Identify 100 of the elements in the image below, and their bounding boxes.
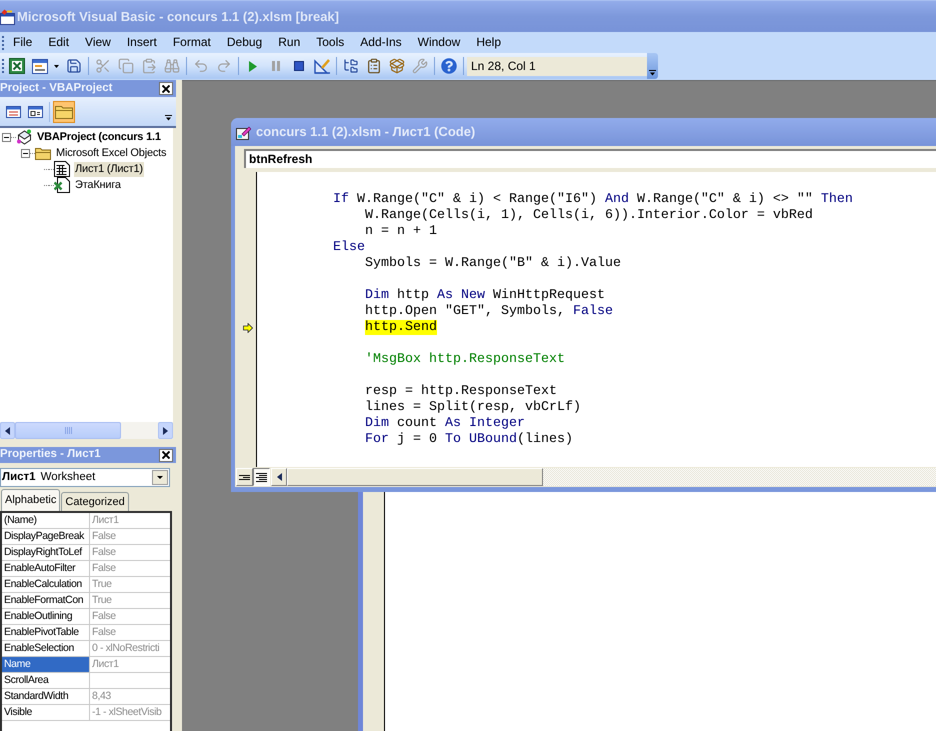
left-arrow-icon xyxy=(276,473,282,481)
menu-item[interactable]: Debug xyxy=(218,33,270,52)
right-arrow-icon xyxy=(163,426,168,434)
stop-icon xyxy=(294,61,304,71)
menu-item[interactable]: Add-Ins xyxy=(352,33,410,52)
close-icon xyxy=(162,451,170,459)
form-icon xyxy=(32,58,48,74)
redo-icon xyxy=(216,58,232,74)
window-title: concurs 1.1 (2).xlsm - Лист1 (Code) xyxy=(256,123,476,142)
help-icon xyxy=(440,58,456,74)
app-icon xyxy=(0,8,15,24)
menu-item[interactable]: Insert xyxy=(118,33,165,52)
property-name[interactable]: EnablePivotTable xyxy=(2,625,90,640)
horizontal-scrollbar[interactable] xyxy=(0,422,173,439)
panel-title: Properties - Лист1 xyxy=(0,447,101,462)
menu-item[interactable]: View xyxy=(77,33,119,52)
tab[interactable]: Alphabetic xyxy=(1,489,60,511)
close-button[interactable] xyxy=(159,448,173,462)
minus-box-icon[interactable] xyxy=(21,148,30,158)
play-icon xyxy=(248,60,256,72)
close-button[interactable] xyxy=(159,82,173,95)
save-icon xyxy=(66,58,82,74)
procedure-view-button[interactable] xyxy=(236,468,253,486)
spreadsheet-icon xyxy=(8,58,24,74)
grip-icon[interactable] xyxy=(2,36,5,50)
close-icon xyxy=(162,84,170,92)
folder-icon xyxy=(35,146,51,160)
grip-icon[interactable] xyxy=(2,59,5,73)
paste-icon xyxy=(140,58,156,74)
code-line: http.Open "GET", Symbols, False xyxy=(365,304,613,319)
menu-item[interactable]: Tools xyxy=(308,33,352,52)
clipboard-list-icon xyxy=(366,58,382,74)
property-name[interactable]: EnableFormatCon xyxy=(2,593,90,608)
window-title: Microsoft Visual Basic - concurs 1.1 (2).xlsm [break] xyxy=(17,8,339,26)
menu-item[interactable]: Run xyxy=(270,33,308,52)
tree-item[interactable]: VBAProject (concurs 1.1 xyxy=(36,130,162,144)
document-icon xyxy=(54,177,70,193)
object-dropdown[interactable]: Лист1 Worksheet xyxy=(0,468,170,487)
property-name[interactable]: EnableSelection xyxy=(2,641,90,656)
menu-item[interactable]: Help xyxy=(468,33,509,52)
code-line: W.Range(Cells(i, 1), Cells(i, 6)).Interior.Color = vbRed xyxy=(365,208,813,223)
wrench-icon xyxy=(412,58,428,74)
property-name[interactable]: DisplayPageBreak xyxy=(2,529,90,544)
property-name[interactable]: EnableAutoFilter xyxy=(2,561,90,576)
tab[interactable]: Categorized xyxy=(61,492,129,511)
ruler-icon xyxy=(314,58,330,74)
property-name[interactable]: DisplayRightToLef xyxy=(2,545,90,560)
property-name[interactable]: (Name) xyxy=(2,513,90,528)
lines-icon xyxy=(239,474,250,480)
menu-item[interactable]: Window xyxy=(410,33,468,52)
toolbar-options-button[interactable] xyxy=(164,113,173,123)
scrollbar-thumb[interactable] xyxy=(15,422,121,439)
toolbar-options-button[interactable] xyxy=(647,53,658,79)
cube-icon xyxy=(16,129,32,145)
panel-title: Project - VBAProject xyxy=(0,80,112,96)
undo-icon xyxy=(192,58,208,74)
code-line: If W.Range("C" & i) < Range("I6") And W.Range("C" & i) <> "" Then xyxy=(333,192,853,207)
left-arrow-icon xyxy=(5,426,10,434)
chevron-icon xyxy=(165,115,172,121)
grip-icon xyxy=(64,427,72,434)
menu-item[interactable]: Edit xyxy=(40,33,78,52)
code-line: 'MsgBox http.ResponseText xyxy=(365,352,565,367)
code-line: Else xyxy=(333,240,365,255)
property-name[interactable]: EnableOutlining xyxy=(2,609,90,624)
code-line: For j = 0 To UBound(lines) xyxy=(365,432,573,447)
minus-box-icon[interactable] xyxy=(2,132,11,142)
object-dropdown[interactable]: btnRefresh xyxy=(244,149,936,168)
property-name[interactable]: EnableCalculation xyxy=(2,577,90,592)
code-line: Symbols = W.Range("B" & i).Value xyxy=(365,256,621,271)
menu-item[interactable]: File xyxy=(5,33,40,52)
position-field: Ln 28, Col 1 xyxy=(467,56,647,76)
list-icon xyxy=(6,106,20,118)
property-name[interactable]: StandardWidth xyxy=(2,689,90,704)
module-view-button[interactable] xyxy=(253,468,270,486)
code-line: Dim http As New WinHttpRequest xyxy=(365,288,605,303)
code-line: resp = http.ResponseText xyxy=(365,384,557,399)
property-name[interactable]: Name xyxy=(2,657,90,672)
code-line: lines = Split(resp, vbCrLf) xyxy=(365,400,581,415)
caret-icon xyxy=(54,64,58,68)
scroll-left-button[interactable] xyxy=(0,422,15,439)
tree-item[interactable]: Microsoft Excel Objects xyxy=(55,146,168,160)
lines-icon xyxy=(256,472,267,482)
toggle-folders-button[interactable] xyxy=(53,100,75,122)
property-name[interactable]: Visible xyxy=(2,705,90,720)
code-line: Dim count As Integer xyxy=(365,416,525,431)
scroll-right-button[interactable] xyxy=(158,422,173,439)
tree-item[interactable]: Лист1 (Лист1) xyxy=(74,162,144,176)
edit-icon xyxy=(236,124,251,140)
code-pane[interactable] xyxy=(257,172,936,467)
chevron-icon xyxy=(649,70,656,76)
binoculars-icon xyxy=(164,58,180,74)
scissors-icon xyxy=(94,58,110,74)
pause-icon xyxy=(272,61,280,71)
menu-item[interactable]: Format xyxy=(164,33,219,52)
tree-item[interactable]: ЭтаКнига xyxy=(74,178,122,192)
folder-tree-icon xyxy=(342,58,358,74)
folder-icon xyxy=(55,104,73,119)
table-icon xyxy=(54,161,70,177)
code-line: n = n + 1 xyxy=(365,224,437,239)
property-name[interactable]: ScrollArea xyxy=(2,673,90,688)
